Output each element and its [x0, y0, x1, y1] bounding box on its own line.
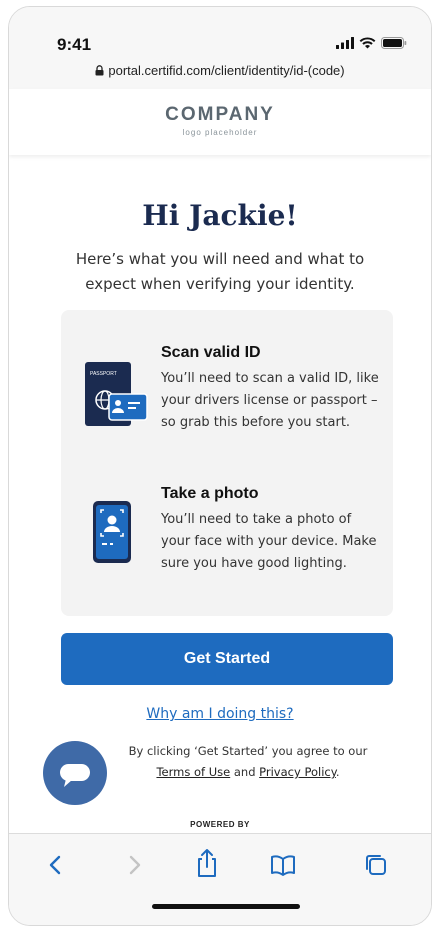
- company-header: COMPANY logo placeholder: [9, 89, 431, 155]
- chat-bubble-icon: [60, 764, 90, 787]
- greeting-heading: Hi Jackie!: [142, 199, 298, 232]
- status-time: 9:41: [57, 35, 92, 54]
- powered-by-label: POWERED BY: [190, 820, 250, 829]
- step-title: Take a photo: [161, 485, 259, 502]
- share-icon[interactable]: [195, 848, 219, 878]
- terms-of-use-link[interactable]: Terms of Use: [156, 765, 230, 779]
- passport-id-icon: PASSPORT: [83, 362, 149, 434]
- privacy-policy-link[interactable]: Privacy Policy: [259, 765, 336, 779]
- passport-label: PASSPORT: [90, 371, 117, 377]
- terms-text: By clicking ‘Get Started’ you agree to o…: [105, 741, 391, 783]
- cellular-signal-icon: [336, 37, 354, 49]
- url-text: portal.certifid.com/client/identity/id-(…: [108, 63, 345, 78]
- forward-icon[interactable]: [125, 852, 145, 878]
- requirements-card: PASSPORT Scan valid ID You’ll need to sc…: [61, 310, 393, 616]
- lock-icon: [95, 65, 104, 76]
- phone-selfie-icon: [91, 500, 135, 568]
- why-link[interactable]: Why am I doing this?: [9, 706, 431, 722]
- step-title: Scan valid ID: [161, 344, 261, 361]
- phone-screen: 9:41 portal.certifid.com/client/identity…: [8, 6, 432, 926]
- battery-icon: [381, 37, 407, 49]
- tabs-icon[interactable]: [363, 852, 389, 878]
- company-logo-text: COMPANY: [165, 104, 275, 125]
- terms-and: and: [233, 765, 256, 779]
- status-icons: [336, 37, 407, 49]
- company-logo-subtitle: logo placeholder: [182, 128, 258, 137]
- step-description: You’ll need to scan a valid ID, like you…: [161, 371, 379, 430]
- terms-prefix: By clicking ‘Get Started’ you agree to o…: [128, 744, 368, 758]
- address-bar[interactable]: portal.certifid.com/client/identity/id-(…: [9, 63, 431, 78]
- chat-button[interactable]: [43, 741, 107, 805]
- wifi-icon: [359, 37, 376, 49]
- terms-suffix: .: [335, 765, 340, 779]
- step-description: You’ll need to take a photo of your face…: [161, 512, 377, 571]
- step-scan-id: Scan valid ID You’ll need to scan a vali…: [161, 344, 379, 434]
- browser-toolbar: [9, 833, 431, 925]
- intro-text: Here’s what you will need and what to ex…: [75, 250, 365, 293]
- step-take-photo: Take a photo You’ll need to take a photo…: [161, 485, 379, 575]
- back-icon[interactable]: [45, 852, 65, 878]
- home-indicator: [152, 904, 300, 909]
- get-started-button[interactable]: Get Started: [61, 633, 393, 685]
- browser-top-bar: 9:41 portal.certifid.com/client/identity…: [9, 7, 431, 89]
- bookmarks-icon[interactable]: [269, 852, 297, 878]
